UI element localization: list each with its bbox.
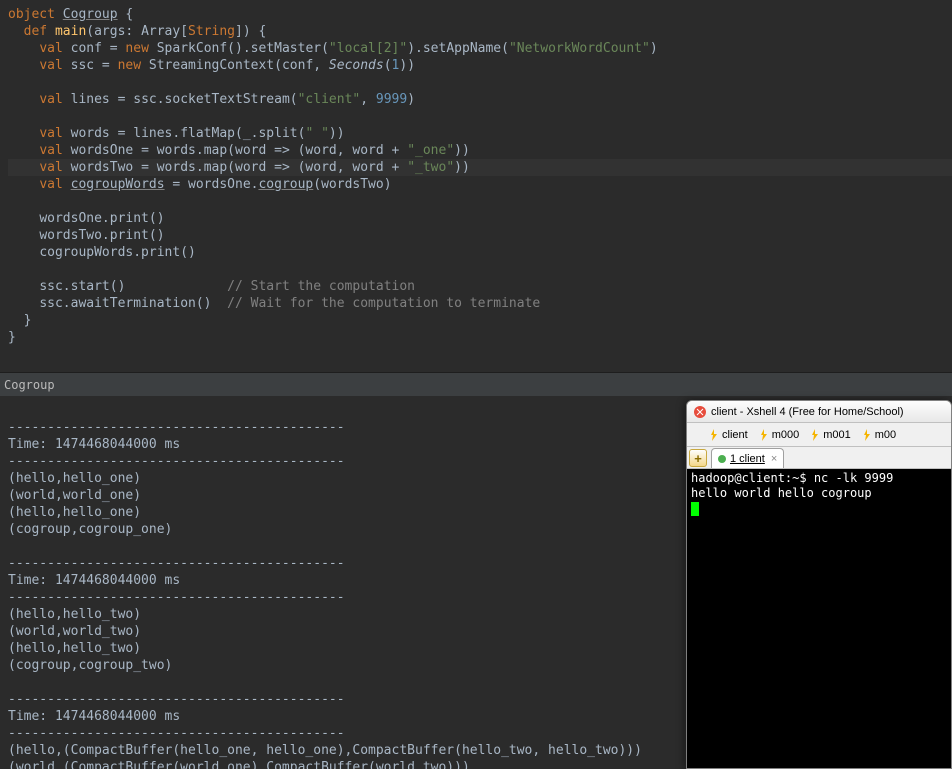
code-line: val words = lines.flatMap(_.split(" ")) [8,125,952,142]
toolbar-session-m00[interactable]: m00 [858,428,899,442]
code-line: val wordsOne = words.map(word => (word, … [8,142,952,159]
breadcrumb-bar: Cogroup [0,372,952,396]
code-line: } [8,312,952,329]
code-line [8,108,952,125]
code-line: cogroupWords.print() [8,244,952,261]
xshell-tab-bar: + 1 client × [687,447,951,469]
code-line: val cogroupWords = wordsOne.cogroup(word… [8,176,952,193]
code-line: object Cogroup { [8,6,952,23]
tab-label: 1 client [730,453,765,465]
add-tab-button[interactable]: + [689,449,707,467]
code-line: wordsTwo.print() [8,227,952,244]
bolt-icon [861,429,873,441]
code-editor[interactable]: object Cogroup { def main(args: Array[St… [0,0,952,372]
code-line [8,74,952,91]
code-line: val ssc = new StreamingContext(conf, Sec… [8,57,952,74]
xshell-window[interactable]: client - Xshell 4 (Free for Home/School)… [686,400,952,769]
code-line: val wordsTwo = words.map(word => (word, … [8,159,952,176]
code-line: } [8,329,952,346]
toolbar-session-m000[interactable]: m000 [755,428,803,442]
code-line: val lines = ssc.socketTextStream("client… [8,91,952,108]
bolt-icon [809,429,821,441]
toolbar-session-client[interactable]: client [705,428,751,442]
toolbar-session-m001[interactable]: m001 [806,428,854,442]
terminal-line: hello world hello cogroup [691,486,947,501]
code-line: ssc.start() // Start the computation [8,278,952,295]
code-line: def main(args: Array[String]) { [8,23,952,40]
xshell-tab-client[interactable]: 1 client × [711,448,784,468]
code-line: val conf = new SparkConf().setMaster("lo… [8,40,952,57]
status-dot-icon [718,455,726,463]
xshell-terminal[interactable]: hadoop@client:~$ nc -lk 9999 hello world… [687,469,951,768]
breadcrumb-item[interactable]: Cogroup [4,378,55,392]
terminal-cursor-line [691,501,947,516]
code-line [8,193,952,210]
close-icon[interactable]: × [771,453,777,465]
xshell-title: client - Xshell 4 (Free for Home/School) [711,406,904,418]
bolt-icon [758,429,770,441]
cursor-icon [691,502,699,516]
code-line: ssc.awaitTermination() // Wait for the c… [8,295,952,312]
xshell-titlebar[interactable]: client - Xshell 4 (Free for Home/School) [687,401,951,423]
code-line: wordsOne.print() [8,210,952,227]
xshell-app-icon [693,405,707,419]
code-line [8,261,952,278]
xshell-toolbar: client m000 m001 m00 [687,423,951,447]
bolt-icon [708,429,720,441]
terminal-line: hadoop@client:~$ nc -lk 9999 [691,471,947,486]
